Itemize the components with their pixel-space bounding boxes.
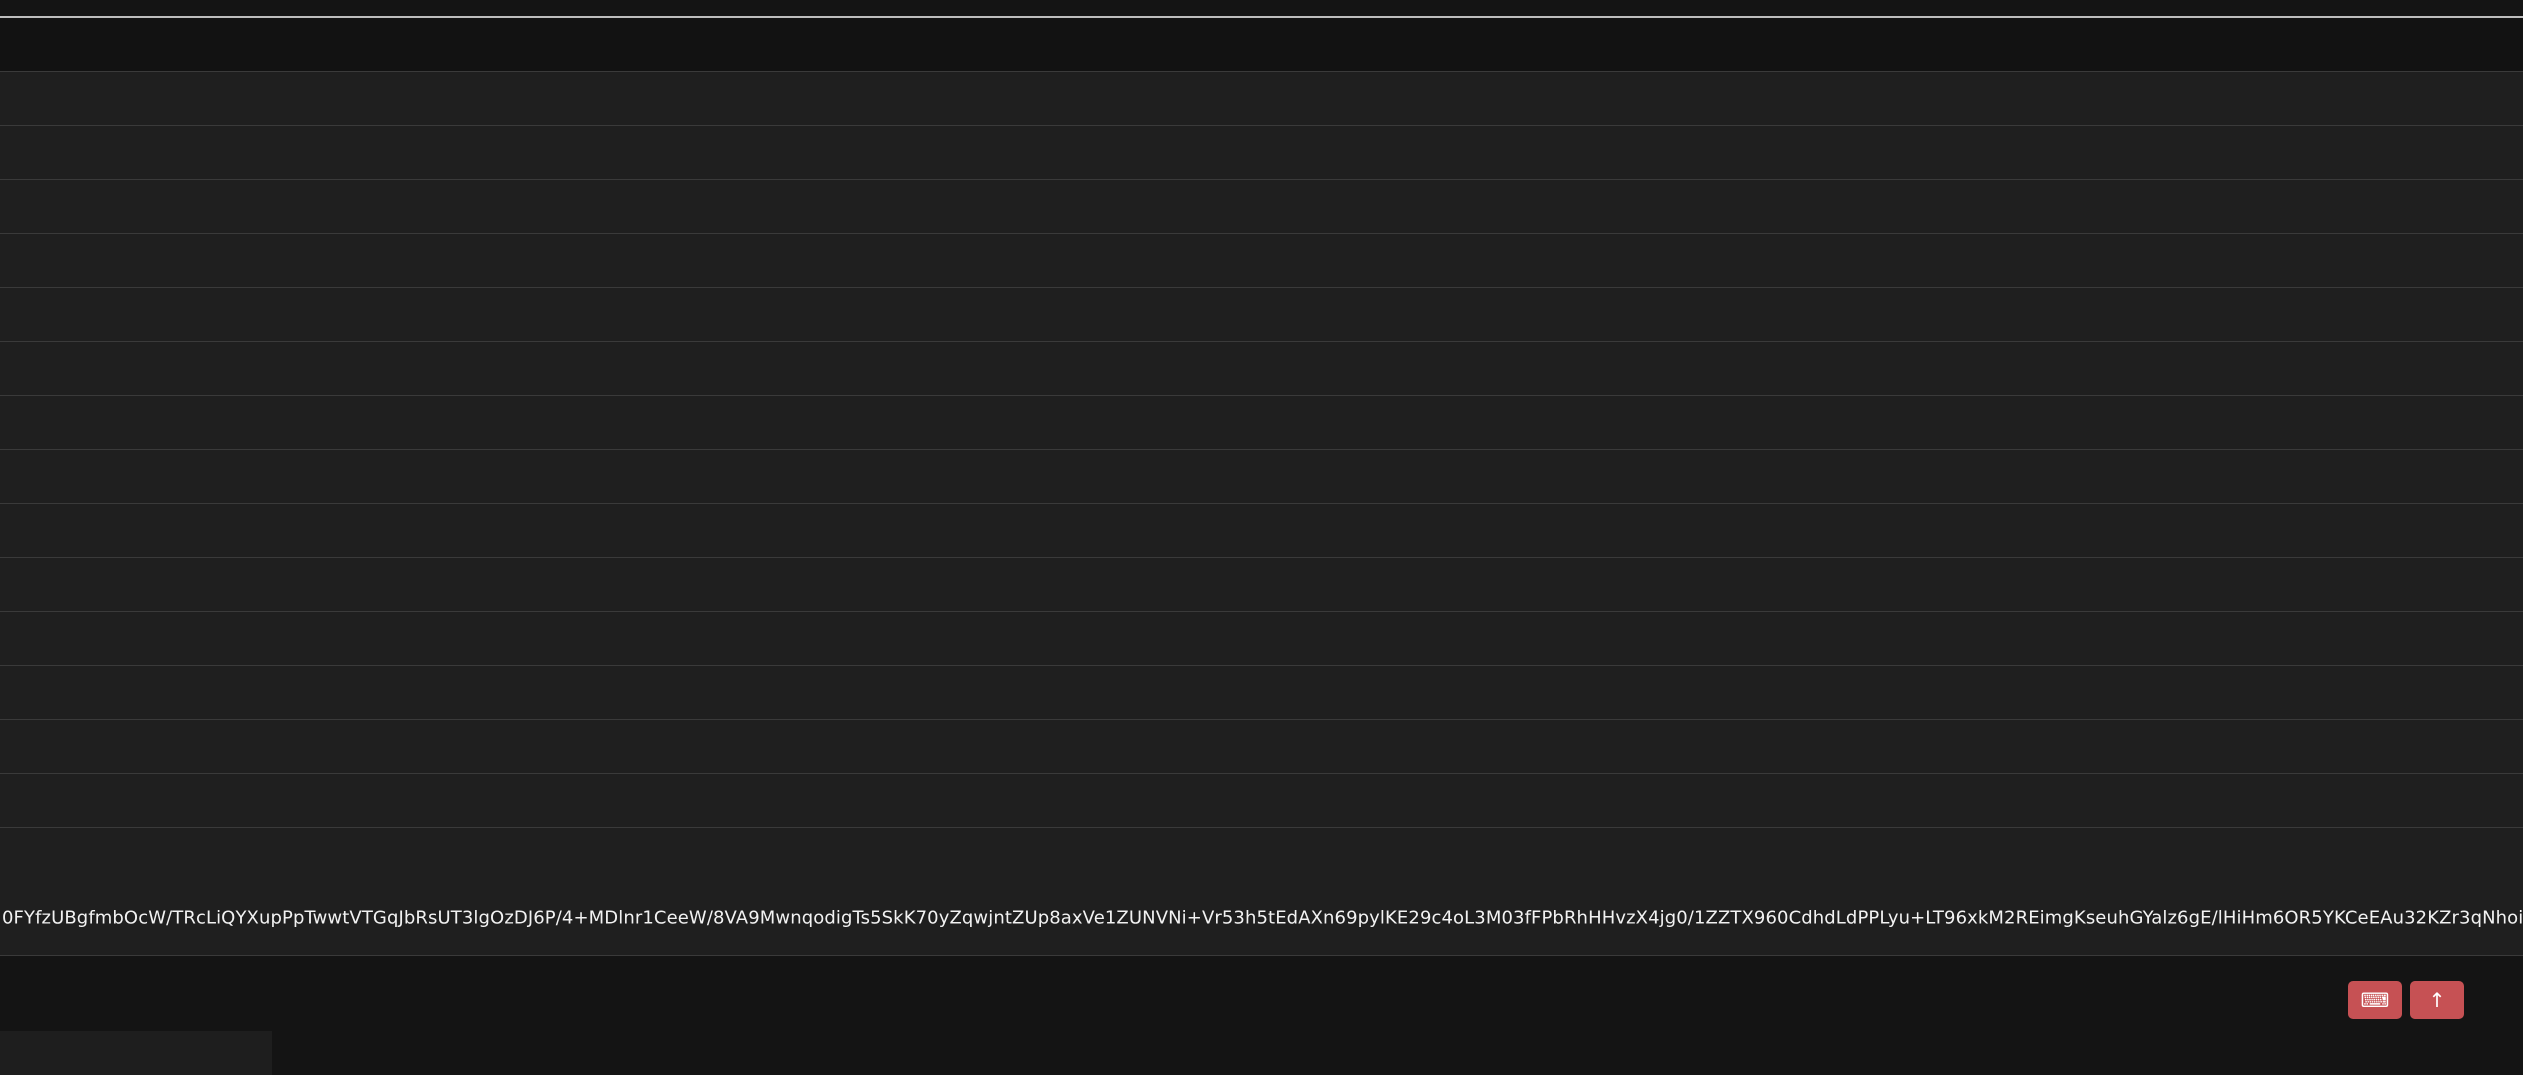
arrow-up-icon: ↑ (2428, 988, 2446, 1012)
table-row (0, 720, 2523, 774)
table-row (0, 558, 2523, 612)
keyboard-button[interactable]: ⌨ (2348, 981, 2402, 1019)
table-row (0, 180, 2523, 234)
scroll-to-top-button[interactable]: ↑ (2410, 981, 2464, 1019)
table-row (0, 342, 2523, 396)
keyboard-icon: ⌨ (2360, 988, 2390, 1012)
table-row (0, 72, 2523, 126)
table-row (0, 666, 2523, 720)
table-row (0, 612, 2523, 666)
table-row (0, 504, 2523, 558)
dark-data-view: 0FYfzUBgfmbOcW/TRcLiQYXupPpTwwtVTGqJbRsU… (0, 0, 2523, 1075)
table-row (0, 774, 2523, 828)
header-band (0, 18, 2523, 72)
base64-value-row: 0FYfzUBgfmbOcW/TRcLiQYXupPpTwwtVTGqJbRsU… (0, 881, 2523, 956)
table-row (0, 450, 2523, 504)
table-row (0, 126, 2523, 180)
base64-text: 0FYfzUBgfmbOcW/TRcLiQYXupPpTwwtVTGqJbRsU… (2, 907, 2523, 929)
table-row (0, 234, 2523, 288)
table-row (0, 396, 2523, 450)
table-row (0, 828, 2523, 882)
bottom-left-panel (0, 1031, 272, 1075)
table-row (0, 288, 2523, 342)
empty-row-list (0, 72, 2523, 882)
